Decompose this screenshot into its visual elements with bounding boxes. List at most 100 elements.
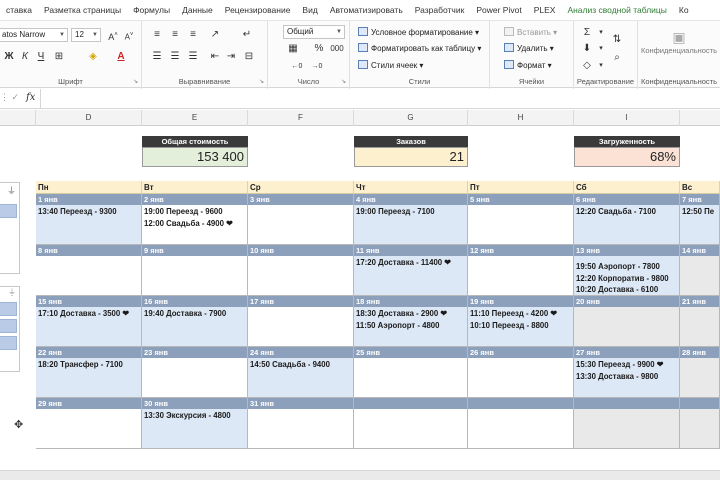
- calendar-day-cell[interactable]: 31 янв: [248, 398, 354, 449]
- calendar-day-cell[interactable]: 18 янв 18:30 Доставка - 2900 ❤ 11:50 Аэроп…: [354, 296, 468, 347]
- font-color-icon[interactable]: A: [114, 50, 128, 64]
- fill-color-icon[interactable]: ◈: [86, 50, 100, 64]
- column-header-f[interactable]: F: [248, 110, 354, 126]
- fill-dropdown-icon[interactable]: ▾: [594, 42, 608, 56]
- slicer-item[interactable]: [0, 204, 17, 218]
- calendar-day-cell[interactable]: 28 янв: [680, 347, 720, 398]
- kpi-value[interactable]: 21: [354, 147, 468, 167]
- calendar-day-cell[interactable]: [680, 398, 720, 449]
- calendar-day-cell[interactable]: 26 янв: [468, 347, 574, 398]
- calendar-event[interactable]: 11:10 Переезд - 4200 ❤: [468, 308, 573, 320]
- font-shrink-icon[interactable]: A˅: [122, 28, 136, 42]
- kpi-value[interactable]: 153 400: [142, 147, 248, 167]
- calendar-event[interactable]: 12:20 Свадьба - 7100: [574, 206, 679, 218]
- underline-icon[interactable]: Ч: [34, 50, 48, 64]
- calendar-event[interactable]: 10:10 Переезд - 8800: [468, 320, 573, 332]
- filter-icon[interactable]: ⏚: [7, 184, 16, 197]
- decrease-decimal-icon[interactable]: →0: [310, 60, 324, 74]
- merge-cells-icon[interactable]: ⊟: [242, 50, 256, 64]
- format-button[interactable]: Формат ▾: [504, 59, 552, 73]
- slicer-item[interactable]: [0, 319, 17, 333]
- font-name-select[interactable]: atos Narrow ▼: [0, 28, 68, 42]
- calendar-day-cell[interactable]: 25 янв: [354, 347, 468, 398]
- find-select-icon[interactable]: ⌕: [610, 51, 624, 65]
- calendar-event[interactable]: 14:50 Свадьба - 9400: [248, 359, 353, 371]
- decrease-indent-icon[interactable]: ⇤: [208, 50, 222, 64]
- calendar-event[interactable]: 12:50 Пе: [680, 206, 719, 218]
- autosum-dropdown-icon[interactable]: ▾: [594, 26, 608, 40]
- privacy-button[interactable]: ▣ Конфиденциальность: [638, 29, 720, 55]
- insert-button[interactable]: Вставить ▾: [504, 26, 557, 40]
- calendar-day-cell[interactable]: [354, 398, 468, 449]
- ribbon-tab[interactable]: Разработчик: [409, 0, 471, 20]
- italic-icon[interactable]: К: [18, 50, 32, 64]
- bold-icon[interactable]: Ж: [2, 50, 16, 64]
- ribbon-tab[interactable]: PLEX: [528, 0, 562, 20]
- calendar-event[interactable]: 12:00 Свадьба - 4900 ❤: [142, 218, 247, 230]
- font-size-select[interactable]: 12 ▼: [71, 28, 101, 42]
- calendar-day-cell[interactable]: 5 янв: [468, 194, 574, 245]
- align-center-icon[interactable]: ☰: [168, 50, 182, 64]
- calendar-day-cell[interactable]: 1 янв 13:40 Переезд - 9300: [36, 194, 142, 245]
- calendar-event[interactable]: 18:30 Доставка - 2900 ❤: [354, 308, 467, 320]
- clear-dropdown-icon[interactable]: ▾: [594, 59, 608, 73]
- calendar-day-cell[interactable]: 15 янв 17:10 Доставка - 3500 ❤: [36, 296, 142, 347]
- calendar-day-cell[interactable]: 30 янв 13:30 Экскурсия - 4800: [142, 398, 248, 449]
- calendar-day-cell[interactable]: 24 янв 14:50 Свадьба - 9400: [248, 347, 354, 398]
- align-bottom-icon[interactable]: ≡: [186, 28, 200, 42]
- orientation-icon[interactable]: ↗: [208, 28, 222, 42]
- calendar-day-cell[interactable]: 20 янв: [574, 296, 680, 347]
- comma-style-icon[interactable]: 000: [330, 42, 344, 56]
- delete-button[interactable]: Удалить ▾: [504, 42, 554, 56]
- calendar-day-cell[interactable]: [468, 398, 574, 449]
- calendar-event[interactable]: 13:30 Доставка - 9800: [574, 371, 679, 383]
- ribbon-tab[interactable]: ставка: [0, 0, 38, 20]
- calendar-event[interactable]: 19:00 Переезд - 9600: [142, 206, 247, 218]
- align-right-icon[interactable]: ☰: [186, 50, 200, 64]
- column-header-partial[interactable]: [0, 110, 36, 126]
- ribbon-tab[interactable]: Ко: [673, 0, 695, 20]
- column-header-g[interactable]: G: [354, 110, 468, 126]
- ribbon-tab[interactable]: Вид: [296, 0, 323, 20]
- calendar-event[interactable]: 10:20 Доставка - 6100: [574, 284, 679, 296]
- function-icon[interactable]: fx: [26, 92, 35, 103]
- calendar-event[interactable]: 19:40 Доставка - 7900: [142, 308, 247, 320]
- calendar-event[interactable]: 17:10 Доставка - 3500 ❤: [36, 308, 141, 320]
- column-header-j[interactable]: [680, 110, 720, 126]
- calendar-day-cell[interactable]: 9 янв: [142, 245, 248, 296]
- ribbon-tab[interactable]: Рецензирование: [219, 0, 297, 20]
- calendar-event[interactable]: 19:50 Аэропорт - 7800: [574, 261, 679, 273]
- ribbon-tab[interactable]: Автоматизировать: [324, 0, 409, 20]
- clear-icon[interactable]: ◇: [580, 59, 594, 73]
- calendar-day-cell[interactable]: 12 янв: [468, 245, 574, 296]
- calendar-day-cell[interactable]: 21 янв: [680, 296, 720, 347]
- calendar-day-cell[interactable]: 2 янв 19:00 Переезд - 9600 12:00 Свадьба -…: [142, 194, 248, 245]
- calendar-event[interactable]: 11:50 Аэропорт - 4800: [354, 320, 467, 332]
- calendar-event[interactable]: 12:20 Корпоратив - 9800: [574, 273, 679, 285]
- align-top-icon[interactable]: ≡: [150, 28, 164, 42]
- ribbon-tab[interactable]: Данные: [176, 0, 219, 20]
- borders-icon[interactable]: ⊞: [52, 50, 66, 64]
- column-header-h[interactable]: H: [468, 110, 574, 126]
- wrap-text-icon[interactable]: ↵: [240, 28, 254, 42]
- calendar-day-cell[interactable]: 13 янв 19:50 Аэропорт - 7800 12:20 Корпора…: [574, 245, 680, 296]
- fill-icon[interactable]: ⬇: [580, 42, 594, 56]
- font-launcher-icon[interactable]: ↘: [133, 78, 138, 85]
- calendar-day-cell[interactable]: 16 янв 19:40 Доставка - 7900: [142, 296, 248, 347]
- calendar-day-cell[interactable]: 22 янв 18:20 Трансфер - 7100: [36, 347, 142, 398]
- calendar-event[interactable]: 13:40 Переезд - 9300: [36, 206, 141, 218]
- autosum-icon[interactable]: Σ: [580, 26, 594, 40]
- filter-icon[interactable]: ⏚: [8, 287, 16, 298]
- calendar-day-cell[interactable]: 10 янв: [248, 245, 354, 296]
- calendar-day-cell[interactable]: 11 янв 17:20 Доставка - 11400 ❤: [354, 245, 468, 296]
- slicer-item[interactable]: [0, 302, 17, 316]
- ribbon-tab[interactable]: Анализ сводной таблицы: [561, 0, 672, 20]
- number-format-select[interactable]: Общий ▼: [283, 25, 345, 39]
- sort-filter-icon[interactable]: ⇅: [610, 33, 624, 47]
- ribbon-tab[interactable]: Формулы: [127, 0, 176, 20]
- calendar-day-cell[interactable]: 8 янв: [36, 245, 142, 296]
- calendar-day-cell[interactable]: 27 янв 15:30 Переезд - 9900 ❤ 13:30 Достав…: [574, 347, 680, 398]
- conditional-formatting-button[interactable]: Условное форматирование ▾: [358, 26, 479, 40]
- calendar-event[interactable]: 15:30 Переезд - 9900 ❤: [574, 359, 679, 371]
- column-header-e[interactable]: E: [142, 110, 248, 126]
